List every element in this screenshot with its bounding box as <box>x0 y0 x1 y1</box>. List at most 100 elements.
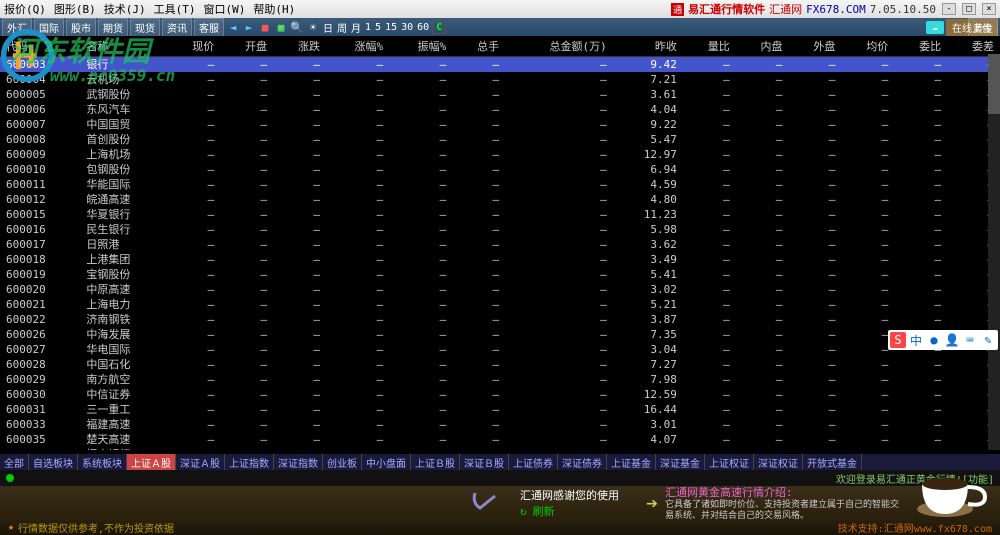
quote-row[interactable]: 600005武钢股份———————3.61—————— <box>0 87 1000 102</box>
market-tab[interactable]: 中小盘面 <box>362 454 411 471</box>
zoom-icon[interactable]: 🔍 <box>290 20 304 34</box>
quote-row[interactable]: 600018上港集团———————3.49—————— <box>0 252 1000 267</box>
menu-tools[interactable]: 工具(T) <box>154 1 196 17</box>
market-tab[interactable]: 上证债券 <box>509 454 558 471</box>
period-30[interactable]: 30 <box>401 22 413 33</box>
nav-fwd-icon[interactable]: ► <box>242 20 256 34</box>
quote-row[interactable]: 600028中国石化———————7.27—————— <box>0 357 1000 372</box>
menu-tech[interactable]: 技术(J) <box>104 1 146 17</box>
quote-row[interactable]: 600009上海机场———————12.97—————— <box>0 147 1000 162</box>
market-tab[interactable]: 上证指数 <box>225 454 274 471</box>
market-tab[interactable]: 创业板 <box>323 454 362 471</box>
period-week[interactable]: 周 <box>337 20 347 35</box>
menu-window[interactable]: 窗口(W) <box>204 1 246 17</box>
tb-stock[interactable]: 股市 <box>66 18 96 37</box>
ime-keyboard-icon[interactable]: ⌨ <box>962 332 978 348</box>
col-header[interactable]: 内盘 <box>736 36 789 57</box>
period-5[interactable]: 5 <box>375 22 381 33</box>
ime-punct-icon[interactable]: ● <box>926 332 942 348</box>
menu-quote[interactable]: 报价(Q) <box>4 1 46 17</box>
market-tab[interactable]: 深证指数 <box>274 454 323 471</box>
tb-news[interactable]: 资讯 <box>162 18 192 37</box>
close-button[interactable]: × <box>982 3 996 15</box>
market-tab[interactable]: 系统板块 <box>78 454 127 471</box>
vertical-scrollbar[interactable] <box>988 54 1000 450</box>
market-tab[interactable]: 深证权证 <box>754 454 803 471</box>
minimize-button[interactable]: - <box>942 3 956 15</box>
col-header[interactable]: 总手 <box>452 36 505 57</box>
market-tab[interactable]: 开放式基金 <box>803 454 862 471</box>
col-header[interactable]: 现价 <box>167 36 220 57</box>
quote-row[interactable]: 600010包钢股份———————6.94—————— <box>0 162 1000 177</box>
ime-person-icon[interactable]: 👤 <box>944 332 960 348</box>
col-header[interactable]: 涨跌 <box>273 36 326 57</box>
market-tab[interactable]: 深证Ｂ股 <box>460 454 509 471</box>
menu-help[interactable]: 帮助(H) <box>253 1 295 17</box>
quote-row[interactable]: 600035楚天高速———————4.07—————— <box>0 432 1000 447</box>
tb-futures[interactable]: 期货 <box>98 18 128 37</box>
quote-row[interactable]: 600012皖通高速———————4.80—————— <box>0 192 1000 207</box>
col-header[interactable]: 总金额(万) <box>505 36 613 57</box>
banner-refresh[interactable]: 刷新 <box>533 505 555 518</box>
quote-row[interactable]: 600015华夏银行———————11.23—————— <box>0 207 1000 222</box>
nav-back-icon[interactable]: ◄ <box>226 20 240 34</box>
period-1[interactable]: 1 <box>365 22 371 33</box>
quote-row[interactable]: 600016民生银行———————5.98—————— <box>0 222 1000 237</box>
golden-button[interactable]: 黄金 <box>968 18 998 37</box>
quote-row[interactable]: 600007中国国贸———————9.22—————— <box>0 117 1000 132</box>
ime-s-icon[interactable]: S <box>890 332 906 348</box>
market-tab[interactable]: 上证Ａ股 <box>127 454 176 471</box>
support-link[interactable]: 汇通网www.fx678.com <box>884 524 992 535</box>
col-header[interactable]: 代码 <box>0 36 80 57</box>
quote-row[interactable]: 600017日照港———————3.62—————— <box>0 237 1000 252</box>
market-tab[interactable]: 上证Ｂ股 <box>411 454 460 471</box>
cloud-upload-button[interactable]: ☁ <box>926 21 944 34</box>
quote-row[interactable]: 600036招商银行———————12.15—————— <box>0 447 1000 450</box>
quote-row[interactable]: 600022济南钢铁———————3.87—————— <box>0 312 1000 327</box>
ime-lang-icon[interactable]: 中 <box>908 332 924 348</box>
col-header[interactable]: 委比 <box>894 36 947 57</box>
quote-row[interactable]: 600011华能国际———————4.59—————— <box>0 177 1000 192</box>
market-tab[interactable]: 全部 <box>0 454 29 471</box>
market-tab[interactable]: 上证基金 <box>607 454 656 471</box>
menu-chart[interactable]: 图形(B) <box>54 1 96 17</box>
col-header[interactable]: 昨收 <box>613 36 683 57</box>
period-15[interactable]: 15 <box>385 22 397 33</box>
period-60[interactable]: 60 <box>417 22 429 33</box>
quote-row[interactable]: 600033福建高速———————3.01—————— <box>0 417 1000 432</box>
market-tab[interactable]: 自选板块 <box>29 454 78 471</box>
quote-row[interactable]: 600004云机场———————7.21—————— <box>0 72 1000 87</box>
quote-row[interactable]: 600006东风汽车———————4.04—————— <box>0 102 1000 117</box>
col-header[interactable]: 均价 <box>841 36 894 57</box>
market-tab[interactable]: 深证Ａ股 <box>176 454 225 471</box>
market-tab[interactable]: 深证基金 <box>656 454 705 471</box>
tb-spot[interactable]: 现货 <box>130 18 160 37</box>
refresh-button[interactable]: C <box>432 21 446 34</box>
quote-row[interactable]: 600029南方航空———————7.98—————— <box>0 372 1000 387</box>
chart-icon[interactable]: ■ <box>258 20 272 34</box>
market-tab[interactable]: 深证债券 <box>558 454 607 471</box>
quote-row[interactable]: 600020中原高速———————3.02—————— <box>0 282 1000 297</box>
quote-row[interactable]: 600031三一重工———————16.44—————— <box>0 402 1000 417</box>
tb-forex[interactable]: 外汇 <box>2 18 32 37</box>
col-header[interactable]: 开盘 <box>220 36 273 57</box>
tb-service[interactable]: 客服 <box>194 18 224 37</box>
quote-row[interactable]: 600030中信证券———————12.59—————— <box>0 387 1000 402</box>
scrollbar-thumb[interactable] <box>988 54 1000 114</box>
period-month[interactable]: 月 <box>351 20 361 35</box>
col-header[interactable]: 量比 <box>683 36 736 57</box>
col-header[interactable]: 振幅% <box>389 36 452 57</box>
quote-row[interactable]: 600008首创股份———————5.47—————— <box>0 132 1000 147</box>
indicator-icon[interactable]: ▦ <box>274 20 288 34</box>
ime-settings-icon[interactable]: ✎ <box>980 332 996 348</box>
sun-icon[interactable]: ☀ <box>306 20 320 34</box>
quote-row[interactable]: 600027华电国际———————3.04—————— <box>0 342 1000 357</box>
tb-intl[interactable]: 国际 <box>34 18 64 37</box>
quote-row[interactable]: 600019宝钢股份———————5.41—————— <box>0 267 1000 282</box>
quote-row[interactable]: 600021上海电力———————5.21—————— <box>0 297 1000 312</box>
market-tab[interactable]: 上证权证 <box>705 454 754 471</box>
quote-row[interactable]: 600026中海发展———————7.35—————— <box>0 327 1000 342</box>
maximize-button[interactable]: □ <box>962 3 976 15</box>
col-header[interactable]: 涨幅% <box>326 36 389 57</box>
period-day[interactable]: 日 <box>323 20 333 35</box>
